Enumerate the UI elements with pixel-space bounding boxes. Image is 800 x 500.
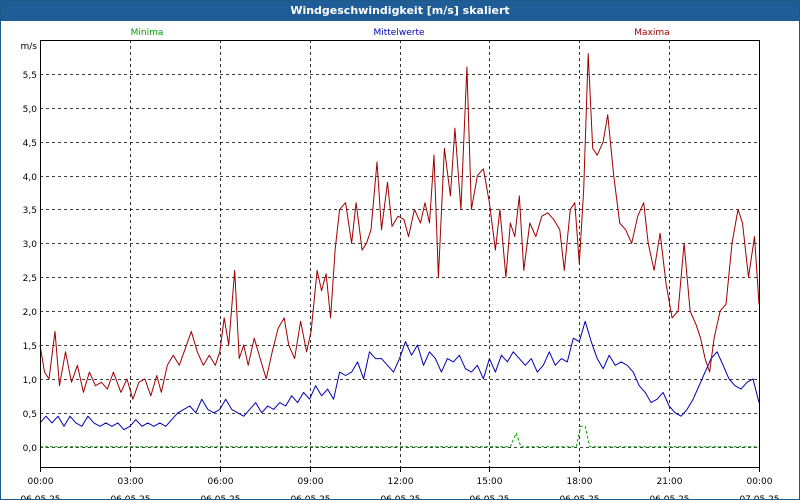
y-tick-label: 1,0	[23, 376, 38, 386]
x-tick-date-label: 06.05.25	[649, 495, 689, 499]
x-tick-time-label: 00:00	[28, 477, 54, 487]
legend-maxima: Maxima	[634, 28, 669, 38]
y-tick-label: 0,0	[23, 444, 38, 454]
x-tick-time-label: 06:00	[208, 477, 234, 487]
y-tick-label: 2,0	[23, 308, 38, 318]
x-tick-date-label: 06.05.25	[20, 495, 60, 499]
x-tick-time-label: 03:00	[118, 477, 144, 487]
y-tick-label: 2,5	[23, 274, 37, 284]
x-tick-time-label: 00:00	[747, 477, 773, 487]
x-tick-time-label: 12:00	[388, 477, 414, 487]
x-tick-time-label: 09:00	[298, 477, 324, 487]
window-title: Windgeschwindigkeit [m/s] skaliert	[1, 1, 799, 21]
y-tick-label: 0,5	[23, 410, 37, 420]
chart-window: Windgeschwindigkeit [m/s] skaliert 0,0 0,…	[0, 0, 800, 500]
series-line-maxima	[39, 53, 760, 400]
x-tick-date-label: 06.05.25	[380, 495, 420, 499]
y-tick-label: 5,5	[23, 71, 37, 81]
x-tick-date-label: 07.05.25	[739, 495, 779, 499]
axes	[40, 40, 760, 472]
series-line-mittelwerte	[39, 320, 760, 431]
y-tick-label: 4,0	[23, 173, 38, 183]
x-tick-date-label: 06.05.25	[469, 495, 509, 499]
y-axis-unit-label: m/s	[21, 42, 38, 52]
x-tick-time-label: 18:00	[567, 477, 593, 487]
y-tick-label: 5,0	[23, 105, 38, 115]
x-tick-date-label: 06.05.25	[290, 495, 330, 499]
x-tick-date-label: 06.05.25	[110, 495, 150, 499]
wind-speed-chart: 0,0 0,5 1,0 1,5 2,0 2,5 3,0 3,5 4,0 4,5 5,0 5,5 m/s 0…	[20, 28, 779, 499]
x-tick-time-label: 21:00	[657, 477, 683, 487]
labels: 0,0 0,5 1,0 1,5 2,0 2,5 3,0 3,5 4,0 4,5 5,0 5,5 m/s 0…	[20, 28, 779, 499]
grid	[40, 40, 760, 467]
series-line-minima	[40, 425, 759, 448]
series-lines	[39, 53, 760, 448]
y-tick-label: 1,5	[23, 342, 37, 352]
x-tick-date-label: 06.05.25	[559, 495, 599, 499]
y-tick-label: 3,5	[23, 206, 37, 216]
y-tick-label: 3,0	[23, 240, 38, 250]
y-tick-label: 4,5	[23, 139, 37, 149]
legend-mittelwerte: Mittelwerte	[373, 28, 424, 38]
legend-minima: Minima	[131, 28, 164, 38]
x-tick-time-label: 15:00	[477, 477, 503, 487]
x-tick-date-label: 06.05.25	[200, 495, 240, 499]
plot-frame	[40, 40, 760, 468]
